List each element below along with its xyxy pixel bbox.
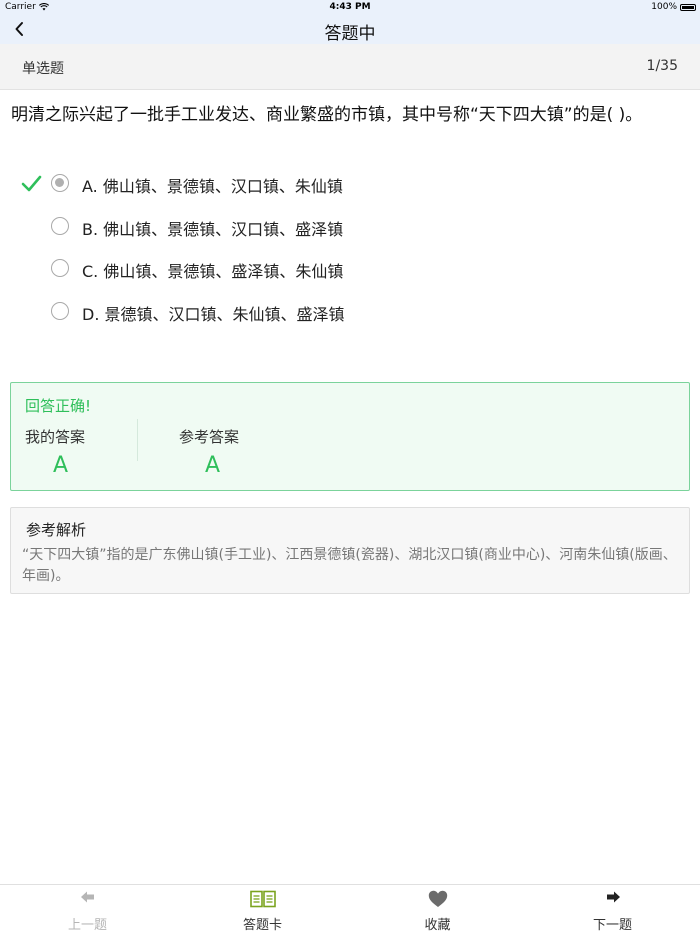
answer-card-button[interactable]: 答题卡 — [175, 885, 350, 935]
favorite-button[interactable]: 收藏 — [350, 885, 525, 935]
book-icon — [249, 890, 276, 908]
status-bar: Carrier 4:43 PM 100% — [0, 0, 700, 14]
card-icon-wrap — [175, 890, 350, 910]
option-c[interactable]: C. 佛山镇、景德镇、盛泽镇、朱仙镇 — [0, 250, 700, 288]
option-label: B. 佛山镇、景德镇、汉口镇、盛泽镇 — [82, 220, 344, 239]
reference-answer-label: 参考答案 — [179, 428, 240, 446]
prev-icon-wrap — [0, 890, 175, 910]
question-text: 明清之际兴起了一批手工业发达、商业繁盛的市镇，其中号称“天下四大镇”的是( )。 — [11, 105, 643, 125]
radio-button[interactable] — [51, 174, 69, 192]
battery-icon — [680, 3, 696, 11]
option-a[interactable]: A. 佛山镇、景德镇、汉口镇、朱仙镇 — [0, 165, 700, 203]
analysis-title: 参考解析 — [26, 521, 87, 539]
option-label: C. 佛山镇、景德镇、盛泽镇、朱仙镇 — [82, 262, 344, 281]
my-answer-value: A — [53, 453, 69, 478]
navigation-bar: 答题中 — [0, 14, 700, 44]
clock: 4:43 PM — [329, 2, 371, 12]
heart-icon — [428, 890, 447, 907]
result-status: 回答正确! — [25, 397, 92, 415]
arrow-right-icon — [606, 891, 620, 903]
radio-button[interactable] — [51, 302, 69, 320]
option-b[interactable]: B. 佛山镇、景德镇、汉口镇、盛泽镇 — [0, 208, 700, 246]
next-icon-wrap — [525, 890, 700, 910]
next-question-label: 下一题 — [592, 918, 632, 933]
prev-question-label: 上一题 — [67, 918, 107, 933]
page-title: 答题中 — [324, 24, 376, 44]
prev-question-button[interactable]: 上一题 — [0, 885, 175, 935]
answer-result-panel: 回答正确! 我的答案 A 参考答案 A — [10, 382, 690, 491]
question-progress: 1/35 — [646, 58, 678, 74]
analysis-panel: 参考解析 “天下四大镇”指的是广东佛山镇(手工业)、江西景德镇(瓷器)、湖北汉口… — [10, 507, 690, 594]
battery-percent: 100% — [651, 2, 677, 12]
answer-card-label: 答题卡 — [242, 918, 282, 933]
question-type: 单选题 — [22, 61, 64, 77]
option-label: D. 景德镇、汉口镇、朱仙镇、盛泽镇 — [82, 305, 345, 324]
question-header: 单选题 1/35 — [0, 44, 700, 90]
arrow-left-icon — [80, 891, 94, 903]
battery-info: 100% — [651, 2, 696, 12]
next-question-button[interactable]: 下一题 — [525, 885, 700, 935]
analysis-text: “天下四大镇”指的是广东佛山镇(手工业)、江西景德镇(瓷器)、湖北汉口镇(商业中… — [22, 547, 677, 584]
favorite-icon-wrap — [350, 890, 525, 910]
option-d[interactable]: D. 景德镇、汉口镇、朱仙镇、盛泽镇 — [0, 293, 700, 331]
reference-answer-value: A — [205, 453, 221, 478]
option-label: A. 佛山镇、景德镇、汉口镇、朱仙镇 — [82, 177, 343, 196]
radio-button[interactable] — [51, 217, 69, 235]
my-answer-label: 我的答案 — [25, 428, 86, 446]
checkmark-icon — [21, 175, 42, 192]
radio-button[interactable] — [51, 259, 69, 277]
bottom-toolbar: 上一题 答题卡 收藏 下一题 — [0, 884, 700, 934]
answer-divider — [137, 419, 138, 461]
favorite-label: 收藏 — [424, 918, 451, 933]
